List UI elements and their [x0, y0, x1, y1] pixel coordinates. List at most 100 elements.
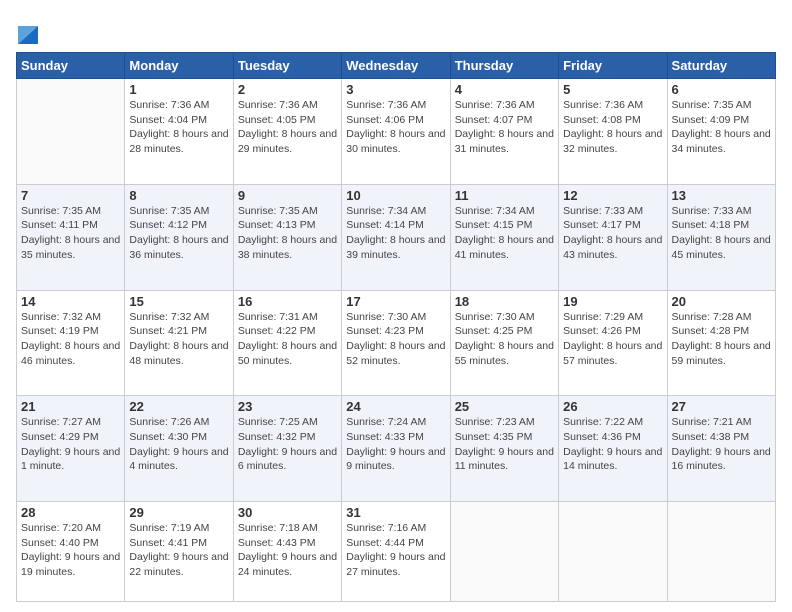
page: SundayMondayTuesdayWednesdayThursdayFrid…	[0, 0, 792, 612]
calendar-cell: 17Sunrise: 7:30 AMSunset: 4:23 PMDayligh…	[342, 290, 450, 396]
day-number: 2	[238, 82, 337, 97]
day-info: Sunrise: 7:32 AMSunset: 4:21 PMDaylight:…	[129, 310, 228, 369]
calendar-cell: 13Sunrise: 7:33 AMSunset: 4:18 PMDayligh…	[667, 184, 775, 290]
day-number: 17	[346, 294, 445, 309]
day-info: Sunrise: 7:33 AMSunset: 4:18 PMDaylight:…	[672, 204, 771, 263]
day-number: 11	[455, 188, 554, 203]
calendar-cell: 31Sunrise: 7:16 AMSunset: 4:44 PMDayligh…	[342, 502, 450, 602]
calendar-cell: 2Sunrise: 7:36 AMSunset: 4:05 PMDaylight…	[233, 79, 341, 185]
day-number: 22	[129, 399, 228, 414]
day-number: 29	[129, 505, 228, 520]
calendar-cell: 10Sunrise: 7:34 AMSunset: 4:14 PMDayligh…	[342, 184, 450, 290]
day-info: Sunrise: 7:21 AMSunset: 4:38 PMDaylight:…	[672, 415, 771, 474]
calendar-cell: 23Sunrise: 7:25 AMSunset: 4:32 PMDayligh…	[233, 396, 341, 502]
calendar-cell: 9Sunrise: 7:35 AMSunset: 4:13 PMDaylight…	[233, 184, 341, 290]
calendar-header-thursday: Thursday	[450, 53, 558, 79]
day-number: 18	[455, 294, 554, 309]
calendar-cell: 14Sunrise: 7:32 AMSunset: 4:19 PMDayligh…	[17, 290, 125, 396]
day-number: 30	[238, 505, 337, 520]
day-info: Sunrise: 7:35 AMSunset: 4:12 PMDaylight:…	[129, 204, 228, 263]
calendar-header-row: SundayMondayTuesdayWednesdayThursdayFrid…	[17, 53, 776, 79]
day-number: 9	[238, 188, 337, 203]
day-info: Sunrise: 7:22 AMSunset: 4:36 PMDaylight:…	[563, 415, 662, 474]
calendar-cell: 11Sunrise: 7:34 AMSunset: 4:15 PMDayligh…	[450, 184, 558, 290]
day-info: Sunrise: 7:16 AMSunset: 4:44 PMDaylight:…	[346, 521, 445, 580]
day-number: 31	[346, 505, 445, 520]
day-info: Sunrise: 7:23 AMSunset: 4:35 PMDaylight:…	[455, 415, 554, 474]
day-number: 14	[21, 294, 120, 309]
header	[16, 16, 776, 44]
calendar-cell: 26Sunrise: 7:22 AMSunset: 4:36 PMDayligh…	[559, 396, 667, 502]
calendar-header-monday: Monday	[125, 53, 233, 79]
day-number: 12	[563, 188, 662, 203]
calendar-cell: 8Sunrise: 7:35 AMSunset: 4:12 PMDaylight…	[125, 184, 233, 290]
calendar-cell: 22Sunrise: 7:26 AMSunset: 4:30 PMDayligh…	[125, 396, 233, 502]
day-info: Sunrise: 7:36 AMSunset: 4:06 PMDaylight:…	[346, 98, 445, 157]
calendar-cell: 12Sunrise: 7:33 AMSunset: 4:17 PMDayligh…	[559, 184, 667, 290]
day-info: Sunrise: 7:36 AMSunset: 4:04 PMDaylight:…	[129, 98, 228, 157]
day-info: Sunrise: 7:24 AMSunset: 4:33 PMDaylight:…	[346, 415, 445, 474]
calendar-cell: 15Sunrise: 7:32 AMSunset: 4:21 PMDayligh…	[125, 290, 233, 396]
day-number: 10	[346, 188, 445, 203]
calendar-cell: 4Sunrise: 7:36 AMSunset: 4:07 PMDaylight…	[450, 79, 558, 185]
calendar-cell: 7Sunrise: 7:35 AMSunset: 4:11 PMDaylight…	[17, 184, 125, 290]
day-info: Sunrise: 7:36 AMSunset: 4:07 PMDaylight:…	[455, 98, 554, 157]
calendar-cell: 3Sunrise: 7:36 AMSunset: 4:06 PMDaylight…	[342, 79, 450, 185]
day-info: Sunrise: 7:35 AMSunset: 4:13 PMDaylight:…	[238, 204, 337, 263]
calendar-cell: 24Sunrise: 7:24 AMSunset: 4:33 PMDayligh…	[342, 396, 450, 502]
calendar-header-tuesday: Tuesday	[233, 53, 341, 79]
day-info: Sunrise: 7:28 AMSunset: 4:28 PMDaylight:…	[672, 310, 771, 369]
day-info: Sunrise: 7:36 AMSunset: 4:05 PMDaylight:…	[238, 98, 337, 157]
day-number: 25	[455, 399, 554, 414]
calendar-cell: 6Sunrise: 7:35 AMSunset: 4:09 PMDaylight…	[667, 79, 775, 185]
calendar-header-sunday: Sunday	[17, 53, 125, 79]
day-number: 6	[672, 82, 771, 97]
day-info: Sunrise: 7:29 AMSunset: 4:26 PMDaylight:…	[563, 310, 662, 369]
day-number: 1	[129, 82, 228, 97]
day-info: Sunrise: 7:19 AMSunset: 4:41 PMDaylight:…	[129, 521, 228, 580]
day-number: 4	[455, 82, 554, 97]
day-info: Sunrise: 7:33 AMSunset: 4:17 PMDaylight:…	[563, 204, 662, 263]
day-info: Sunrise: 7:20 AMSunset: 4:40 PMDaylight:…	[21, 521, 120, 580]
day-info: Sunrise: 7:18 AMSunset: 4:43 PMDaylight:…	[238, 521, 337, 580]
day-number: 19	[563, 294, 662, 309]
day-number: 3	[346, 82, 445, 97]
day-info: Sunrise: 7:30 AMSunset: 4:25 PMDaylight:…	[455, 310, 554, 369]
logo	[16, 20, 38, 44]
calendar-cell: 16Sunrise: 7:31 AMSunset: 4:22 PMDayligh…	[233, 290, 341, 396]
day-number: 16	[238, 294, 337, 309]
calendar-header-wednesday: Wednesday	[342, 53, 450, 79]
calendar-cell: 21Sunrise: 7:27 AMSunset: 4:29 PMDayligh…	[17, 396, 125, 502]
calendar-header-saturday: Saturday	[667, 53, 775, 79]
day-info: Sunrise: 7:35 AMSunset: 4:09 PMDaylight:…	[672, 98, 771, 157]
day-number: 5	[563, 82, 662, 97]
calendar-cell	[667, 502, 775, 602]
day-number: 20	[672, 294, 771, 309]
day-number: 15	[129, 294, 228, 309]
calendar-cell: 1Sunrise: 7:36 AMSunset: 4:04 PMDaylight…	[125, 79, 233, 185]
day-number: 26	[563, 399, 662, 414]
calendar-cell: 5Sunrise: 7:36 AMSunset: 4:08 PMDaylight…	[559, 79, 667, 185]
day-info: Sunrise: 7:27 AMSunset: 4:29 PMDaylight:…	[21, 415, 120, 474]
day-info: Sunrise: 7:36 AMSunset: 4:08 PMDaylight:…	[563, 98, 662, 157]
day-info: Sunrise: 7:35 AMSunset: 4:11 PMDaylight:…	[21, 204, 120, 263]
day-info: Sunrise: 7:32 AMSunset: 4:19 PMDaylight:…	[21, 310, 120, 369]
day-number: 23	[238, 399, 337, 414]
day-number: 21	[21, 399, 120, 414]
calendar-cell	[450, 502, 558, 602]
day-info: Sunrise: 7:26 AMSunset: 4:30 PMDaylight:…	[129, 415, 228, 474]
day-info: Sunrise: 7:31 AMSunset: 4:22 PMDaylight:…	[238, 310, 337, 369]
calendar-cell: 20Sunrise: 7:28 AMSunset: 4:28 PMDayligh…	[667, 290, 775, 396]
calendar-cell: 29Sunrise: 7:19 AMSunset: 4:41 PMDayligh…	[125, 502, 233, 602]
calendar-cell: 27Sunrise: 7:21 AMSunset: 4:38 PMDayligh…	[667, 396, 775, 502]
day-number: 27	[672, 399, 771, 414]
day-number: 24	[346, 399, 445, 414]
day-info: Sunrise: 7:30 AMSunset: 4:23 PMDaylight:…	[346, 310, 445, 369]
day-number: 7	[21, 188, 120, 203]
calendar-header-friday: Friday	[559, 53, 667, 79]
calendar-cell: 18Sunrise: 7:30 AMSunset: 4:25 PMDayligh…	[450, 290, 558, 396]
calendar-cell	[17, 79, 125, 185]
day-number: 28	[21, 505, 120, 520]
calendar-cell: 28Sunrise: 7:20 AMSunset: 4:40 PMDayligh…	[17, 502, 125, 602]
day-number: 8	[129, 188, 228, 203]
